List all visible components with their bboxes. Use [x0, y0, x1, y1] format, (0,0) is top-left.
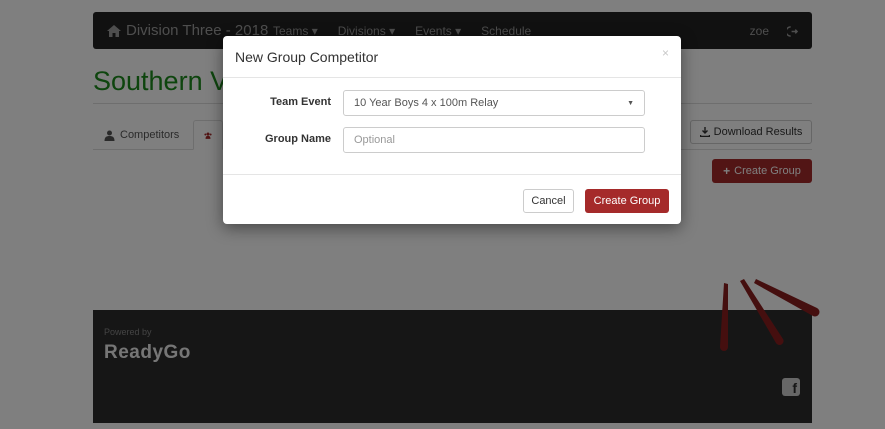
group-name-label: Group Name — [264, 133, 331, 145]
group-name-placeholder: Optional — [354, 134, 395, 146]
modal-title: New Group Competitor — [235, 49, 379, 65]
cancel-button[interactable]: Cancel — [523, 189, 574, 213]
team-event-label: Team Event — [270, 96, 331, 108]
caret-down-icon: ▼ — [627, 99, 634, 107]
close-icon[interactable]: × — [662, 46, 669, 60]
new-group-competitor-modal: New Group Competitor × Team Event 10 Yea… — [223, 36, 681, 224]
group-name-input[interactable]: Optional — [343, 127, 645, 153]
modal-header: New Group Competitor × — [223, 36, 681, 78]
team-event-select[interactable]: 10 Year Boys 4 x 100m Relay ▼ — [343, 90, 645, 116]
team-event-value: 10 Year Boys 4 x 100m Relay — [354, 97, 499, 109]
create-group-submit-button[interactable]: Create Group — [585, 189, 669, 213]
group-name-row: Group Name Optional — [223, 127, 681, 153]
team-event-row: Team Event 10 Year Boys 4 x 100m Relay ▼ — [223, 90, 681, 116]
modal-footer: Cancel Create Group — [223, 174, 681, 224]
